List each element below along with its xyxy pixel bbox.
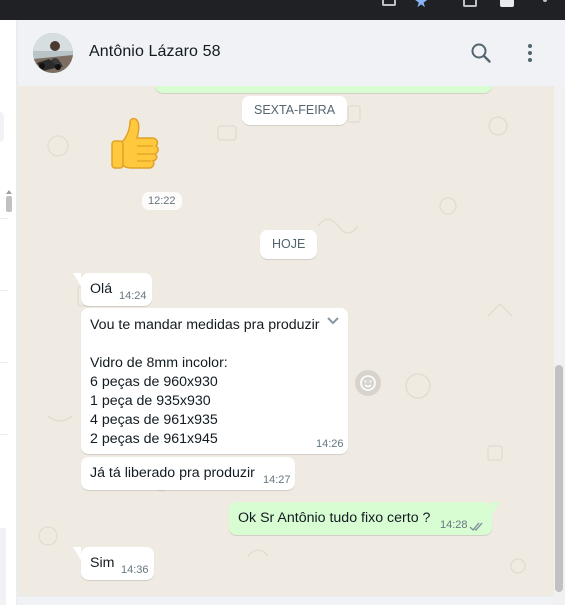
composer-bar [17,596,554,605]
message-time: 14:36 [121,564,149,576]
message-time: 14:27 [263,474,291,486]
sticker-message[interactable] [106,116,164,174]
message-time: 12:22 [142,192,182,210]
message-bubble-incoming[interactable]: Já tá liberado pra produzir 14:27 [81,457,295,490]
message-list: SEXTA-FEIRA 12:22 HOJE Olá 14:24 Vou te … [17,86,565,605]
message-scrollbar-thumb[interactable] [555,365,563,592]
message-bubble-incoming[interactable]: Olá 14:24 [73,273,152,306]
bookmark-star-icon[interactable]: ★ [414,0,430,8]
emoji-icon[interactable] [355,370,381,396]
chat-list-panel [0,20,17,605]
message-bubble-outgoing[interactable]: Ok Sr Antônio tudo fixo certo ? 14:28 [229,502,500,538]
thumbs-up-icon [111,117,159,169]
message-text: Sim [90,555,115,571]
browser-menu-icon[interactable] [542,0,548,8]
date-divider: HOJE [260,230,318,259]
message-text: Já tá liberado pra produzir [90,465,255,481]
contact-name[interactable]: Antônio Lázaro 58 [89,43,221,61]
message-bubble-incoming[interactable]: Vou te mandar medidas pra produzir Vidro… [81,308,348,454]
message-bubble-outgoing[interactable] [155,86,492,93]
search-icon[interactable] [470,42,492,64]
message-text: Ok Sr Antônio tudo fixo certo ? [238,510,431,526]
avatar[interactable] [33,33,73,73]
profile-icon[interactable] [500,0,514,8]
double-check-icon [469,519,485,538]
chat-list-scrollbar[interactable] [6,196,12,212]
message-time: 14:24 [119,290,147,302]
message-text: Olá [90,281,113,297]
message-time: 14:26 [316,438,344,450]
chat-list-item[interactable] [0,112,4,142]
conversation-header: Antônio Lázaro 58 [17,20,565,86]
message-text: Vou te mandar medidas pra produzir Vidro… [90,317,320,447]
more-vertical-icon[interactable] [520,41,540,65]
extension-icon[interactable] [463,0,477,8]
message-bubble-incoming[interactable]: Sim 14:36 [73,547,154,580]
cast-icon[interactable] [382,0,396,8]
scroll-up-arrow-icon[interactable] [6,190,12,194]
chevron-down-icon[interactable] [326,314,340,328]
message-time: 14:28 [440,519,468,531]
chat-list-item[interactable] [0,528,6,605]
browser-toolbar: ★ [0,0,565,20]
date-divider: SEXTA-FEIRA [242,96,348,125]
